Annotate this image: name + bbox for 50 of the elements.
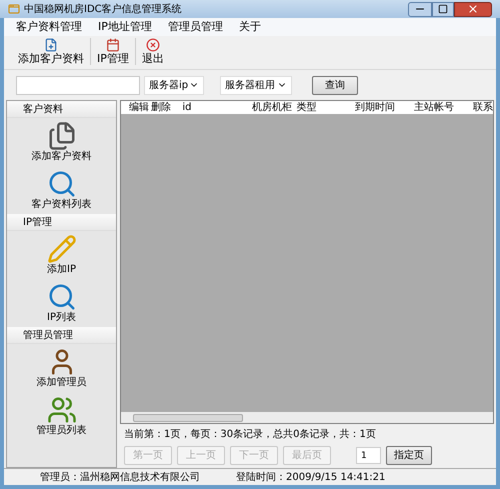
sidebar-section-header: IP管理: [7, 214, 116, 231]
toolbar-button[interactable]: IP管理: [90, 38, 135, 65]
admin-label: 管理员：温州稳网信息技术有限公司: [40, 470, 200, 484]
column-header[interactable]: 到期时间: [355, 102, 414, 114]
sidebar-item[interactable]: IP列表: [7, 279, 116, 327]
sidebar-item[interactable]: 添加IP: [7, 231, 116, 279]
sidebar-item[interactable]: 添加管理员: [7, 344, 116, 392]
close-button[interactable]: [454, 2, 492, 16]
column-header[interactable]: 联系: [472, 102, 493, 114]
documents-icon: [46, 121, 76, 151]
toolbar-button[interactable]: 添加客户资料: [12, 38, 90, 65]
maximize-button[interactable]: [432, 2, 454, 16]
go-to-page-button[interactable]: 指定页: [386, 446, 432, 465]
minimize-button[interactable]: [408, 2, 432, 16]
horizontal-scrollbar[interactable]: [121, 412, 493, 423]
column-header[interactable]: 类型: [296, 102, 356, 114]
scrollbar-thumb[interactable]: [133, 414, 243, 422]
toolbar-button[interactable]: 退出: [134, 38, 170, 65]
sidebar-section-header: 管理员管理: [7, 327, 116, 344]
app-icon: [8, 3, 20, 15]
people-icon: [46, 395, 76, 425]
search-field[interactable]: [16, 76, 140, 94]
column-header[interactable]: 删除: [151, 102, 182, 114]
query-button[interactable]: 查询: [312, 76, 358, 94]
maximize-icon: [438, 4, 448, 14]
menu-item[interactable]: 客户资料管理: [16, 18, 82, 36]
column-header[interactable]: 编辑: [129, 102, 152, 114]
column-header[interactable]: id: [182, 102, 252, 114]
sidebar-section-header: 客户资料: [7, 101, 116, 118]
file-plus-icon: [44, 38, 58, 52]
dropdown[interactable]: 服务器租用: [220, 76, 292, 94]
page-number-field[interactable]: 1: [356, 447, 381, 464]
window-title: 中国稳网机房IDC客户信息管理系统: [24, 2, 183, 16]
menu-item[interactable]: IP地址管理: [98, 18, 152, 36]
pager-info: 当前第：1页，每页：30条记录，总共0条记录，共：1页: [124, 428, 377, 442]
sidebar-item[interactable]: 管理员列表: [7, 392, 116, 440]
column-header[interactable]: 主站帐号: [414, 102, 473, 114]
magnifier-icon: [46, 169, 76, 199]
sidebar-item[interactable]: 客户资料列表: [7, 166, 116, 214]
sidebar-item[interactable]: 添加客户资料: [7, 118, 116, 166]
menu-item[interactable]: 关于: [238, 18, 261, 36]
login-time-label: 登陆时间：2009/9/15 14:41:21: [236, 470, 386, 484]
magnifier-icon: [46, 282, 76, 312]
calendar-icon: [106, 38, 120, 52]
close-icon: [467, 3, 479, 15]
column-header[interactable]: 机房机柜: [252, 102, 296, 114]
pencil-icon: [46, 234, 76, 264]
menu-item[interactable]: 管理员管理: [168, 18, 223, 36]
close-circle-icon: [146, 38, 160, 52]
dropdown[interactable]: 服务器ip: [144, 76, 204, 94]
